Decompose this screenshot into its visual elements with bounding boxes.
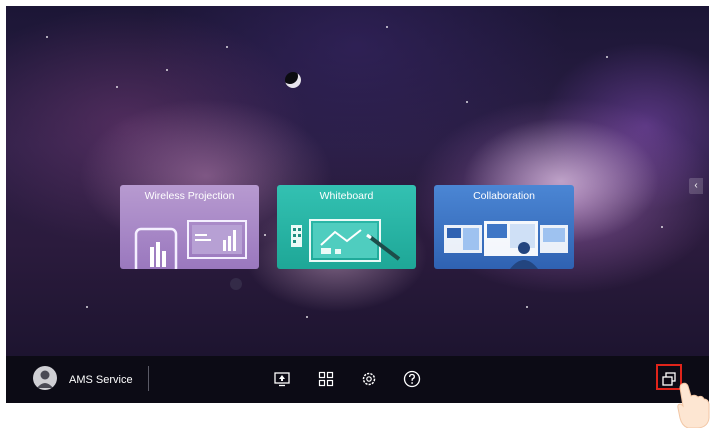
star	[526, 306, 528, 308]
collaboration-card[interactable]: Collaboration	[434, 185, 574, 269]
wireless-projection-card[interactable]: Wireless Projection	[120, 185, 259, 269]
apps-grid-icon[interactable]	[317, 370, 335, 388]
star	[264, 234, 266, 236]
star	[661, 226, 663, 228]
star	[166, 69, 168, 71]
settings-gear-icon[interactable]	[360, 370, 378, 388]
star	[306, 316, 308, 318]
user-name[interactable]: AMS Service	[69, 374, 133, 386]
wireless-projection-illustration	[134, 220, 247, 269]
planet-icon	[230, 278, 242, 290]
home-screen: Wireless Projection Whiteboard Collabora…	[6, 6, 709, 403]
star	[606, 56, 608, 58]
taskbar: AMS Service	[6, 356, 709, 403]
screen-share-icon[interactable]	[273, 370, 291, 388]
star	[226, 46, 228, 48]
planet-icon	[285, 72, 301, 88]
star	[466, 101, 468, 103]
help-icon[interactable]	[403, 370, 421, 388]
star	[86, 306, 88, 308]
star	[46, 36, 48, 38]
user-avatar-icon[interactable]	[33, 366, 57, 390]
whiteboard-card[interactable]: Whiteboard	[277, 185, 416, 269]
collaboration-illustration	[444, 221, 568, 269]
taskbar-divider	[148, 366, 149, 391]
side-panel-toggle[interactable]: ‹	[689, 178, 703, 194]
pointing-hand-icon	[677, 382, 710, 428]
star	[386, 26, 388, 28]
star	[116, 86, 118, 88]
whiteboard-illustration	[291, 219, 401, 262]
